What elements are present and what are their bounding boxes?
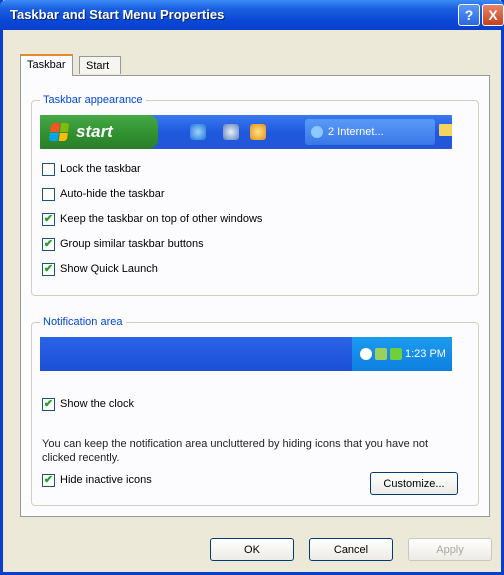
option-auto-hide[interactable]: Auto-hide the taskbar: [42, 186, 165, 202]
title-bar[interactable]: Taskbar and Start Menu Properties ? X: [0, 0, 504, 30]
group-similar-label: Group similar taskbar buttons: [60, 238, 204, 250]
tab-start-menu[interactable]: Start Menu: [79, 56, 121, 90]
hide-inactive-label: Hide inactive icons: [60, 474, 152, 486]
keep-on-top-checkbox[interactable]: ✔: [42, 212, 55, 226]
ie-small-icon: [311, 126, 323, 138]
show-clock-checkbox[interactable]: ✔: [42, 397, 55, 411]
tray-clock: 1:23 PM: [405, 348, 446, 360]
folder-icon: [439, 124, 452, 136]
help-button[interactable]: ?: [458, 4, 480, 26]
auto-hide-checkbox[interactable]: [42, 187, 55, 201]
start-label: start: [76, 122, 113, 141]
notification-preview: 1:23 PM: [40, 337, 452, 371]
windows-flag-icon: [48, 123, 70, 141]
taskbar-button-label: 2 Internet...: [328, 126, 384, 138]
hide-inactive-checkbox[interactable]: ✔: [42, 473, 55, 487]
start-button-preview: start: [40, 115, 158, 149]
lock-taskbar-label: Lock the taskbar: [60, 163, 141, 175]
network-icon: [375, 348, 387, 360]
customize-button[interactable]: Customize...: [370, 472, 458, 495]
option-hide-inactive[interactable]: ✔ Hide inactive icons: [42, 472, 152, 488]
properties-dialog: Taskbar and Start Menu Properties ? X Ta…: [0, 0, 504, 575]
taskbar-button-preview: 2 Internet...: [305, 119, 435, 145]
tab-taskbar[interactable]: Taskbar: [20, 54, 73, 76]
system-tray-preview: 1:23 PM: [352, 337, 452, 371]
notification-description: You can keep the notification area unclu…: [42, 438, 429, 464]
show-clock-label: Show the clock: [60, 398, 134, 410]
volume-icon: [360, 348, 372, 360]
taskbar-preview: start 2 Internet...: [40, 115, 452, 149]
tab-panel-taskbar: Taskbar appearance start 2 Internet... L…: [20, 75, 490, 517]
apply-button[interactable]: Apply: [408, 538, 492, 561]
messenger-icon: [390, 348, 402, 360]
lock-taskbar-checkbox[interactable]: [42, 162, 55, 176]
internet-explorer-icon: [190, 124, 206, 140]
option-keep-on-top[interactable]: ✔ Keep the taskbar on top of other windo…: [42, 211, 262, 227]
window-title: Taskbar and Start Menu Properties: [10, 7, 225, 22]
keep-on-top-label: Keep the taskbar on top of other windows: [60, 213, 263, 225]
media-icon: [223, 124, 239, 140]
show-quick-launch-checkbox[interactable]: ✔: [42, 262, 55, 276]
player-icon: [250, 124, 266, 140]
ok-button[interactable]: OK: [210, 538, 294, 561]
show-quick-launch-label: Show Quick Launch: [60, 263, 158, 275]
option-show-quick-launch[interactable]: ✔ Show Quick Launch: [42, 261, 158, 277]
group-similar-checkbox[interactable]: ✔: [42, 237, 55, 251]
notification-area-legend: Notification area: [40, 316, 126, 328]
close-button[interactable]: X: [482, 4, 504, 26]
option-show-clock[interactable]: ✔ Show the clock: [42, 396, 134, 412]
taskbar-appearance-group: Taskbar appearance start 2 Internet... L…: [31, 94, 479, 296]
option-group-similar[interactable]: ✔ Group similar taskbar buttons: [42, 236, 204, 252]
auto-hide-label: Auto-hide the taskbar: [60, 188, 165, 200]
taskbar-appearance-legend: Taskbar appearance: [40, 94, 146, 106]
notification-area-group: Notification area 1:23 PM ✔ Show the clo…: [31, 316, 479, 506]
cancel-button[interactable]: Cancel: [309, 538, 393, 561]
option-lock-taskbar[interactable]: Lock the taskbar: [42, 161, 141, 177]
